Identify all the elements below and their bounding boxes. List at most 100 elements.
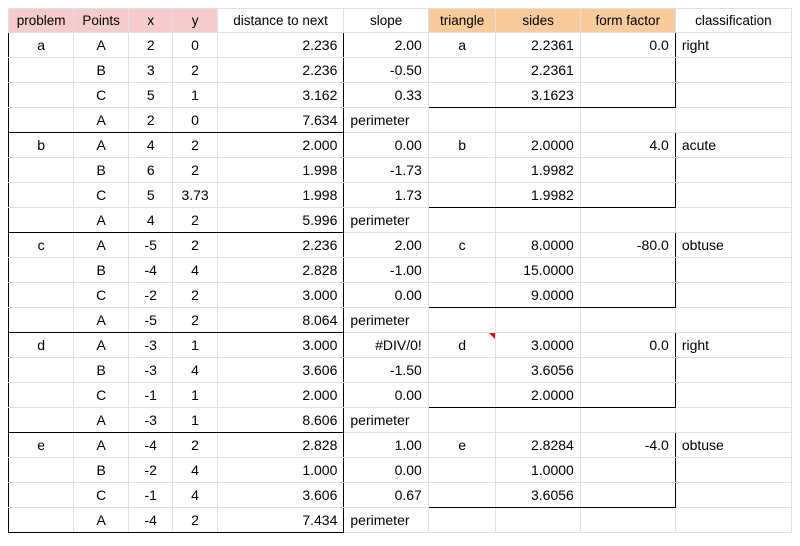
- cell-y[interactable]: 1: [173, 383, 217, 408]
- cell-dist[interactable]: 3.000: [217, 333, 344, 358]
- cell-side[interactable]: 2.2361: [496, 33, 580, 58]
- cell-triangle[interactable]: [428, 83, 496, 108]
- cell-formfactor[interactable]: [580, 508, 675, 533]
- cell-point[interactable]: C: [74, 383, 129, 408]
- cell-side[interactable]: 3.6056: [496, 483, 580, 508]
- cell-formfactor[interactable]: [580, 183, 675, 208]
- cell-y[interactable]: 3.73: [173, 183, 217, 208]
- cell-side[interactable]: 8.0000: [496, 233, 580, 258]
- cell-problem[interactable]: [9, 308, 74, 333]
- cell-triangle[interactable]: [428, 58, 496, 83]
- cell-dist[interactable]: 3.606: [217, 358, 344, 383]
- hdr-classification[interactable]: classification: [675, 9, 791, 33]
- cell-slope[interactable]: 1.73: [344, 183, 428, 208]
- cell-y[interactable]: 2: [173, 233, 217, 258]
- cell-side[interactable]: 3.0000: [496, 333, 580, 358]
- cell-dist[interactable]: 8.064: [217, 308, 344, 333]
- cell-classification[interactable]: [675, 358, 791, 383]
- cell-dist[interactable]: 1.998: [217, 183, 344, 208]
- cell-x[interactable]: 5: [129, 83, 173, 108]
- cell-side[interactable]: 2.8284: [496, 433, 580, 458]
- cell-formfactor[interactable]: [580, 483, 675, 508]
- cell-formfactor[interactable]: 0.0: [580, 333, 675, 358]
- cell-triangle[interactable]: [428, 183, 496, 208]
- cell-classification[interactable]: [675, 458, 791, 483]
- cell-triangle[interactable]: [428, 108, 496, 133]
- hdr-y[interactable]: y: [173, 9, 217, 33]
- cell-point[interactable]: C: [74, 183, 129, 208]
- hdr-slope[interactable]: slope: [344, 9, 428, 33]
- cell-y[interactable]: 2: [173, 208, 217, 233]
- cell-y[interactable]: 2: [173, 58, 217, 83]
- cell-perimeter-label[interactable]: perimeter: [344, 408, 428, 433]
- cell-y[interactable]: 1: [173, 333, 217, 358]
- cell-problem[interactable]: [9, 483, 74, 508]
- cell-slope[interactable]: -0.50: [344, 58, 428, 83]
- cell-triangle[interactable]: [428, 483, 496, 508]
- cell-side[interactable]: 15.0000: [496, 258, 580, 283]
- cell-dist[interactable]: 3.606: [217, 483, 344, 508]
- cell-classification[interactable]: [675, 408, 791, 433]
- cell-point[interactable]: A: [74, 408, 129, 433]
- cell-side[interactable]: [496, 508, 580, 533]
- cell-side[interactable]: 3.1623: [496, 83, 580, 108]
- cell-y[interactable]: 0: [173, 108, 217, 133]
- cell-dist[interactable]: 1.998: [217, 158, 344, 183]
- cell-triangle[interactable]: e: [428, 433, 496, 458]
- cell-dist[interactable]: 3.000: [217, 283, 344, 308]
- cell-formfactor[interactable]: [580, 108, 675, 133]
- cell-problem[interactable]: [9, 183, 74, 208]
- cell-x[interactable]: -5: [129, 233, 173, 258]
- cell-side[interactable]: 1.9982: [496, 158, 580, 183]
- hdr-x[interactable]: x: [129, 9, 173, 33]
- cell-side[interactable]: 2.0000: [496, 133, 580, 158]
- cell-classification[interactable]: [675, 508, 791, 533]
- cell-y[interactable]: 4: [173, 358, 217, 383]
- cell-x[interactable]: -2: [129, 458, 173, 483]
- cell-classification[interactable]: [675, 483, 791, 508]
- hdr-dist[interactable]: distance to next: [217, 9, 344, 33]
- cell-formfactor[interactable]: [580, 458, 675, 483]
- cell-problem[interactable]: [9, 358, 74, 383]
- cell-classification[interactable]: [675, 208, 791, 233]
- cell-point[interactable]: A: [74, 133, 129, 158]
- cell-point[interactable]: A: [74, 233, 129, 258]
- cell-slope[interactable]: 0.00: [344, 133, 428, 158]
- cell-formfactor[interactable]: [580, 358, 675, 383]
- cell-triangle[interactable]: [428, 208, 496, 233]
- cell-dist[interactable]: 2.236: [217, 233, 344, 258]
- cell-classification[interactable]: acute: [675, 133, 791, 158]
- cell-triangle[interactable]: [428, 283, 496, 308]
- cell-slope[interactable]: 0.00: [344, 458, 428, 483]
- cell-triangle[interactable]: [428, 508, 496, 533]
- cell-triangle[interactable]: [428, 158, 496, 183]
- cell-slope[interactable]: -1.73: [344, 158, 428, 183]
- cell-formfactor[interactable]: [580, 158, 675, 183]
- cell-point[interactable]: B: [74, 458, 129, 483]
- cell-y[interactable]: 1: [173, 408, 217, 433]
- cell-perimeter-label[interactable]: perimeter: [344, 308, 428, 333]
- cell-x[interactable]: -3: [129, 358, 173, 383]
- cell-problem[interactable]: b: [9, 133, 74, 158]
- cell-point[interactable]: A: [74, 333, 129, 358]
- cell-classification[interactable]: [675, 58, 791, 83]
- cell-point[interactable]: A: [74, 508, 129, 533]
- cell-triangle[interactable]: [428, 408, 496, 433]
- cell-problem[interactable]: a: [9, 33, 74, 58]
- cell-y[interactable]: 2: [173, 158, 217, 183]
- cell-point[interactable]: B: [74, 158, 129, 183]
- cell-side[interactable]: [496, 108, 580, 133]
- cell-point[interactable]: C: [74, 483, 129, 508]
- hdr-sides[interactable]: sides: [496, 9, 580, 33]
- cell-slope[interactable]: 0.00: [344, 383, 428, 408]
- cell-problem[interactable]: [9, 83, 74, 108]
- cell-classification[interactable]: [675, 308, 791, 333]
- cell-perimeter-label[interactable]: perimeter: [344, 208, 428, 233]
- cell-problem[interactable]: [9, 258, 74, 283]
- cell-problem[interactable]: [9, 208, 74, 233]
- cell-side[interactable]: [496, 308, 580, 333]
- cell-formfactor[interactable]: [580, 258, 675, 283]
- cell-problem[interactable]: [9, 458, 74, 483]
- cell-formfactor[interactable]: 0.0: [580, 33, 675, 58]
- hdr-formfactor[interactable]: form factor: [580, 9, 675, 33]
